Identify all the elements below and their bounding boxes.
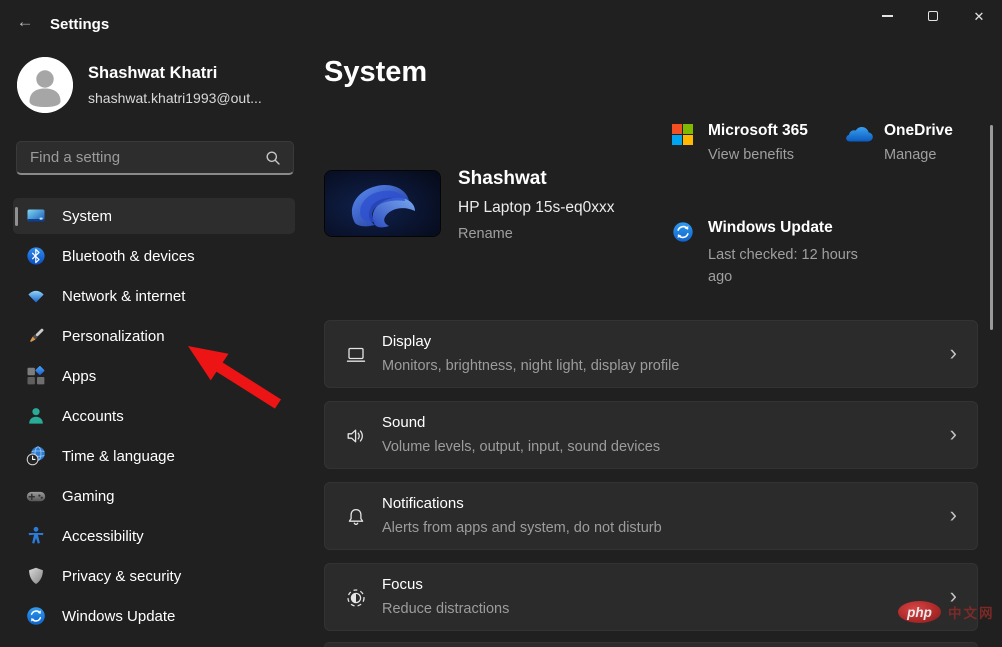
setting-subtitle: Alerts from apps and system, do not dist… bbox=[382, 520, 662, 536]
window-controls: ✕ bbox=[864, 0, 1002, 32]
maximize-button[interactable] bbox=[910, 0, 956, 32]
view-benefits-link[interactable]: View benefits bbox=[708, 147, 808, 163]
gaming-icon bbox=[26, 486, 46, 506]
sidebar-item-label: Gaming bbox=[62, 488, 115, 505]
sidebar-item-label: Windows Update bbox=[62, 608, 175, 625]
sidebar-item-system[interactable]: System bbox=[13, 198, 295, 234]
php-logo: php bbox=[898, 601, 941, 623]
network-icon bbox=[26, 286, 46, 306]
red-annotation-arrow bbox=[180, 340, 285, 412]
sidebar-item-label: Time & language bbox=[62, 448, 175, 465]
back-button[interactable]: ← bbox=[14, 11, 36, 33]
last-checked-status: Last checked: 12 hours ago bbox=[708, 244, 868, 289]
accounts-icon bbox=[26, 406, 46, 426]
sidebar-item-label: Bluetooth & devices bbox=[62, 248, 195, 265]
scrollbar-thumb[interactable] bbox=[990, 125, 993, 330]
minimize-icon bbox=[882, 15, 893, 16]
settings-window: ← Settings ✕ Shashwat Khatri shashwat.kh… bbox=[0, 0, 1002, 647]
sidebar-item-gaming[interactable]: Gaming bbox=[13, 478, 295, 514]
windows-update-icon bbox=[672, 221, 694, 248]
microsoft-365-block: Microsoft 365 View benefits bbox=[672, 122, 808, 163]
close-icon: ✕ bbox=[974, 10, 985, 23]
sidebar-item-network-internet[interactable]: Network & internet bbox=[13, 278, 295, 314]
user-avatar-icon bbox=[17, 57, 73, 113]
sidebar-item-windows-update[interactable]: Windows Update bbox=[13, 598, 295, 634]
setting-card-partial[interactable] bbox=[324, 642, 978, 647]
bluetooth-icon bbox=[26, 246, 46, 266]
time-language-icon bbox=[26, 446, 46, 466]
setting-subtitle: Reduce distractions bbox=[382, 601, 509, 617]
search-icon bbox=[265, 150, 281, 166]
sidebar-item-label: Accounts bbox=[62, 408, 124, 425]
focus-icon bbox=[344, 586, 368, 610]
search-input[interactable] bbox=[17, 149, 265, 166]
manage-link[interactable]: Manage bbox=[884, 147, 953, 163]
sidebar-item-label: Apps bbox=[62, 368, 96, 385]
notifications-icon bbox=[344, 505, 368, 529]
sidebar-item-privacy-security[interactable]: Privacy & security bbox=[13, 558, 295, 594]
minimize-button[interactable] bbox=[864, 0, 910, 32]
onedrive-title: OneDrive bbox=[884, 122, 953, 140]
profile-name: Shashwat Khatri bbox=[88, 64, 217, 83]
profile-email: shashwat.khatri1993@out... bbox=[88, 90, 262, 106]
sidebar-item-time-language[interactable]: Time & language bbox=[13, 438, 295, 474]
system-icon bbox=[26, 206, 46, 226]
back-arrow-icon: ← bbox=[17, 12, 34, 31]
display-icon bbox=[344, 343, 368, 367]
onedrive-icon bbox=[845, 124, 875, 149]
privacy-security-icon bbox=[26, 566, 46, 586]
device-name: Shashwat bbox=[458, 168, 547, 190]
maximize-icon bbox=[928, 11, 938, 21]
avatar bbox=[17, 57, 73, 113]
device-model: HP Laptop 15s-eq0xxx bbox=[458, 199, 615, 217]
setting-subtitle: Monitors, brightness, night light, displ… bbox=[382, 358, 679, 374]
watermark-suffix: 中文网 bbox=[948, 602, 995, 622]
sidebar-nav: System Bluetooth & devices Network & int… bbox=[13, 198, 295, 638]
sidebar-item-accessibility[interactable]: Accessibility bbox=[13, 518, 295, 554]
windows-update-title: Windows Update bbox=[708, 219, 868, 237]
window-title: Settings bbox=[50, 16, 109, 33]
setting-title: Notifications bbox=[382, 495, 464, 512]
personalization-icon bbox=[26, 326, 46, 346]
watermark: php 中文网 bbox=[898, 601, 995, 623]
accessibility-icon bbox=[26, 526, 46, 546]
setting-card-notifications[interactable]: Notifications Alerts from apps and syste… bbox=[324, 482, 978, 550]
windows-update-block: Windows Update Last checked: 12 hours ag… bbox=[672, 219, 868, 289]
setting-title: Display bbox=[382, 333, 431, 350]
setting-card-focus[interactable]: Focus Reduce distractions › bbox=[324, 563, 978, 631]
search-box[interactable] bbox=[16, 141, 294, 175]
windows-bloom-wallpaper bbox=[325, 171, 440, 236]
sidebar-item-label: Accessibility bbox=[62, 528, 144, 545]
sidebar-item-label: Personalization bbox=[62, 328, 165, 345]
apps-icon bbox=[26, 366, 46, 386]
chevron-right-icon: › bbox=[950, 503, 957, 527]
sidebar-item-bluetooth-devices[interactable]: Bluetooth & devices bbox=[13, 238, 295, 274]
sidebar-item-label: Privacy & security bbox=[62, 568, 181, 585]
watermark-brand: php bbox=[907, 605, 932, 620]
page-title: System bbox=[324, 56, 427, 89]
microsoft-365-logo bbox=[672, 124, 693, 150]
rename-link[interactable]: Rename bbox=[458, 226, 513, 242]
setting-card-sound[interactable]: Sound Volume levels, output, input, soun… bbox=[324, 401, 978, 469]
windows-update-icon bbox=[26, 606, 46, 626]
chevron-right-icon: › bbox=[950, 422, 957, 446]
sidebar-item-label: Network & internet bbox=[62, 288, 185, 305]
setting-card-display[interactable]: Display Monitors, brightness, night ligh… bbox=[324, 320, 978, 388]
setting-title: Focus bbox=[382, 576, 423, 593]
setting-title: Sound bbox=[382, 414, 425, 431]
sidebar-item-label: System bbox=[62, 208, 112, 225]
setting-subtitle: Volume levels, output, input, sound devi… bbox=[382, 439, 660, 455]
sound-icon bbox=[344, 424, 368, 448]
close-button[interactable]: ✕ bbox=[956, 0, 1002, 32]
microsoft-365-title: Microsoft 365 bbox=[708, 122, 808, 140]
device-thumbnail bbox=[324, 170, 441, 237]
chevron-right-icon: › bbox=[950, 341, 957, 365]
onedrive-block: OneDrive Manage bbox=[845, 122, 953, 163]
